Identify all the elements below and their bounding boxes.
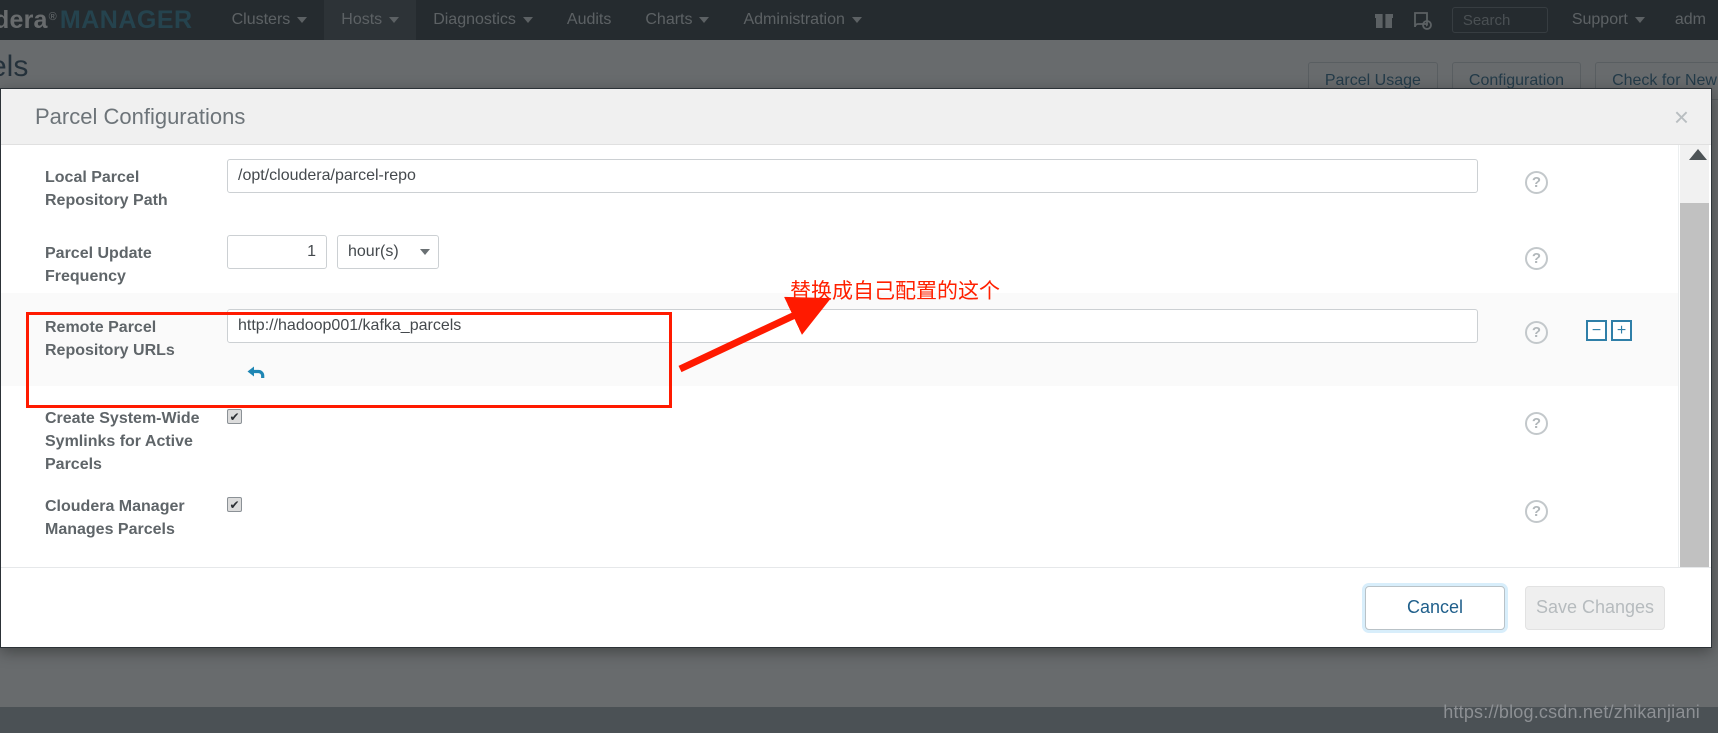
help-icon[interactable]: ? <box>1525 321 1548 344</box>
remove-url-button[interactable]: − <box>1586 320 1607 341</box>
red-arrow-icon <box>678 296 832 373</box>
field-label: Create System-Wide Symlinks for Active P… <box>45 410 200 474</box>
help-icon[interactable]: ? <box>1525 412 1548 435</box>
local-parcel-repository-path-input[interactable]: /opt/cloudera/parcel-repo <box>227 159 1478 193</box>
parcel-update-frequency-input[interactable]: 1 <box>227 235 327 269</box>
row-create-system-wide-symlinks: Create System-Wide Symlinks for Active P… <box>1 386 1678 474</box>
field-label: Remote Parcel Repository URLs <box>45 319 175 360</box>
help-icon[interactable]: ? <box>1525 500 1548 523</box>
dialog-footer: Cancel Save Changes <box>1 567 1711 647</box>
annotation-text: 替换成自己配置的这个 <box>790 279 1000 303</box>
selected-unit-label: hour(s) <box>348 243 399 260</box>
close-icon[interactable]: × <box>1674 104 1689 130</box>
row-remote-parcel-repository-urls: Remote Parcel Repository URLs http://had… <box>1 293 1678 386</box>
chevron-down-icon <box>420 249 430 255</box>
bottom-bar <box>0 707 1718 733</box>
create-system-wide-symlinks-checkbox[interactable]: ✔ <box>227 409 242 424</box>
row-local-parcel-repository-path: Local Parcel Repository Path /opt/cloude… <box>1 145 1678 219</box>
configuration-list: Local Parcel Repository Path /opt/cloude… <box>1 145 1678 567</box>
screen: dera®MANAGER Clusters Hosts Diagnostics … <box>0 0 1718 733</box>
field-label: Parcel Update Frequency <box>45 245 152 286</box>
scrollbar-thumb[interactable] <box>1680 203 1709 567</box>
parcel-update-frequency-unit-select[interactable]: hour(s) <box>337 235 439 269</box>
help-icon[interactable]: ? <box>1525 247 1548 270</box>
help-icon[interactable]: ? <box>1525 171 1548 194</box>
dialog-header: Parcel Configurations × <box>1 89 1711 145</box>
row-cloudera-manager-manages-parcels: Cloudera Manager Manages Parcels ✔ ? <box>1 474 1678 562</box>
field-label: Cloudera Manager Manages Parcels <box>45 498 185 539</box>
url-list-controls: − + <box>1586 320 1632 341</box>
dialog-body: Local Parcel Repository Path /opt/cloude… <box>1 145 1711 567</box>
cloudera-manager-manages-parcels-checkbox[interactable]: ✔ <box>227 497 242 512</box>
undo-arrow-icon[interactable] <box>245 363 267 381</box>
scroll-up-arrow-icon[interactable] <box>1689 149 1707 160</box>
add-url-button[interactable]: + <box>1611 320 1632 341</box>
field-label: Local Parcel Repository Path <box>45 169 168 210</box>
dialog-scrollbar[interactable] <box>1678 145 1711 567</box>
remote-parcel-repository-url-input[interactable]: http://hadoop001/kafka_parcels <box>227 309 1478 343</box>
cancel-button[interactable]: Cancel <box>1365 585 1505 630</box>
dialog-title: Parcel Configurations <box>35 103 246 129</box>
parcel-configurations-dialog: Parcel Configurations × Local Parcel Rep… <box>0 88 1712 648</box>
save-changes-button: Save Changes <box>1525 585 1665 630</box>
